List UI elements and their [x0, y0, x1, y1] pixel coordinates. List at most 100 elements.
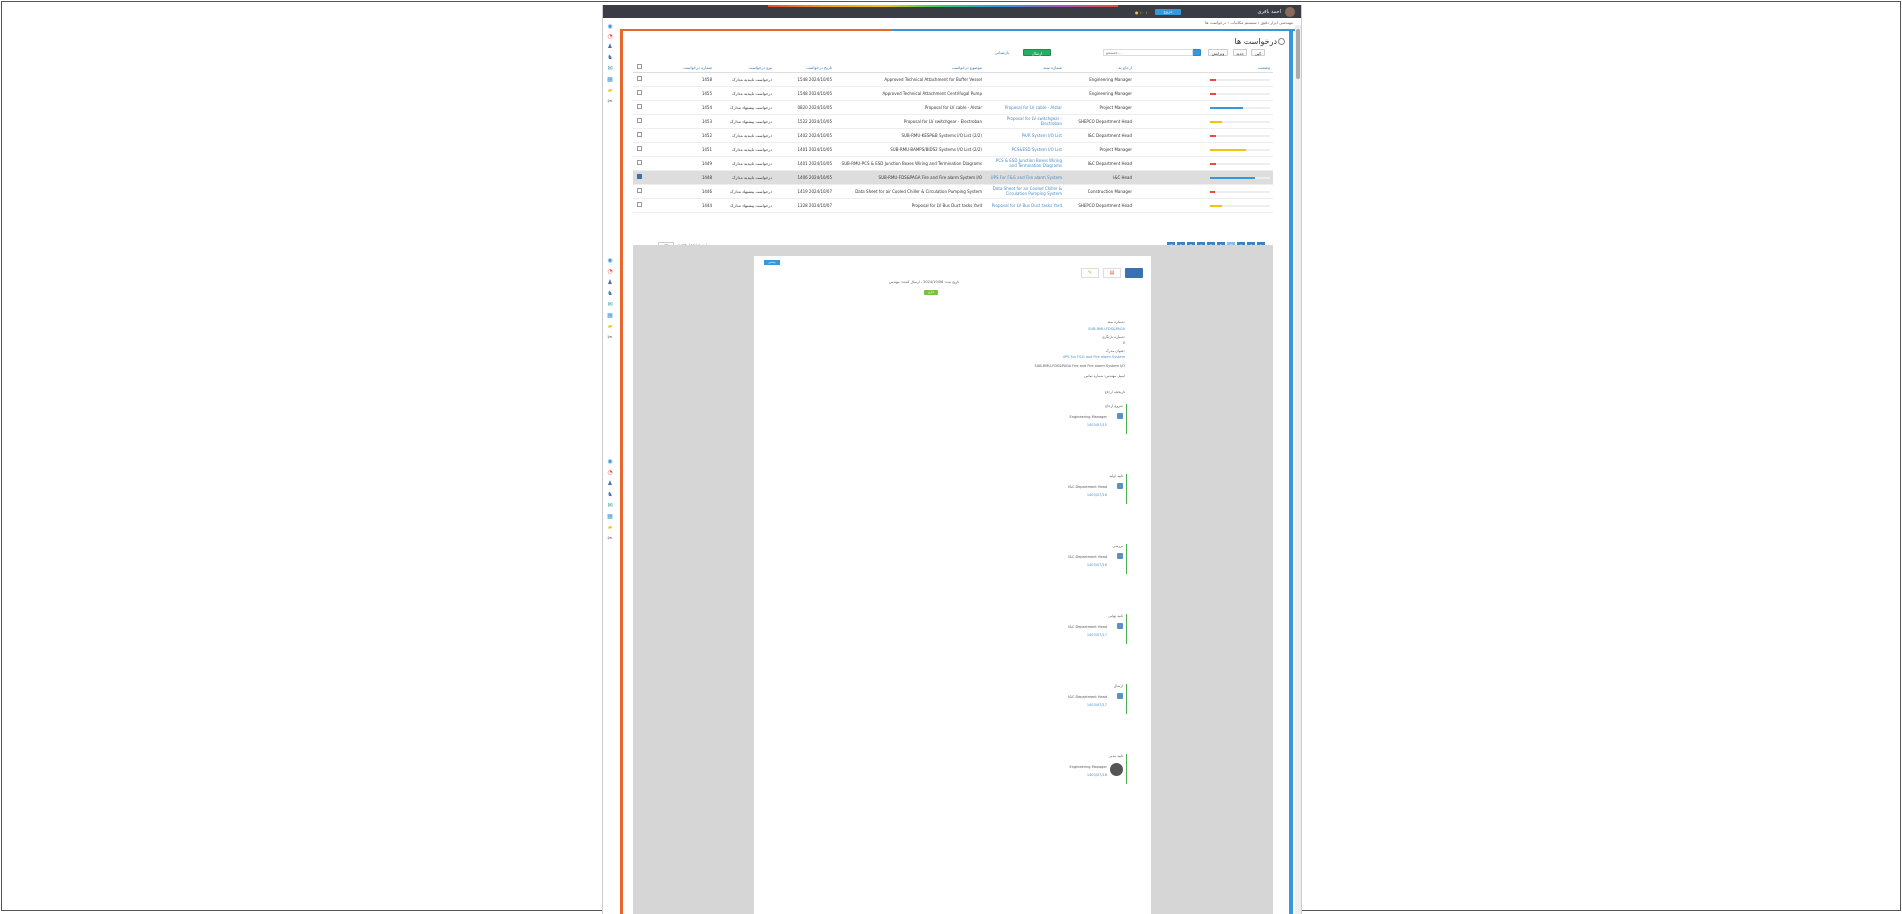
mail-icon[interactable]: ✉ — [606, 502, 614, 510]
table-row[interactable]: 1452 درخواست تاییدیه مدارک 1402 2024/10/05… — [633, 128, 1273, 143]
request-number-cell: 1454 — [645, 100, 715, 115]
request-number-cell: 1452 — [645, 128, 715, 143]
users-icon[interactable]: ♞ — [606, 290, 614, 298]
row-checkbox-cell — [633, 142, 645, 157]
eye-button[interactable] — [1125, 268, 1143, 278]
table-row[interactable]: 1455 درخواست تاییدیه مدارک 1548 2024/10/05… — [633, 86, 1273, 101]
table-row[interactable]: 1453 درخواست پیشنهاد مدارک 1522 2024/10/05… — [633, 114, 1273, 129]
column-header[interactable]: تاریخ درخواست — [775, 63, 835, 73]
column-header[interactable]: موضوع درخواست — [835, 63, 985, 73]
progress-bar — [1210, 106, 1270, 109]
status-cell — [1135, 114, 1273, 129]
select-all-checkbox[interactable] — [637, 64, 642, 70]
user-name[interactable]: احمد باقری — [1257, 9, 1281, 15]
table-row[interactable]: 1458 درخواست تاییدیه مدارک 1548 2024/10/05… — [633, 72, 1273, 87]
user-avatar[interactable] — [1285, 7, 1295, 17]
tools-icon[interactable]: ✂ — [606, 535, 614, 543]
row-checkbox[interactable] — [637, 202, 642, 207]
progress-fill — [1210, 106, 1243, 109]
table-row[interactable]: 1449 درخواست تاییدیه مدارک 1401 2024/10/05… — [633, 156, 1273, 171]
column-header[interactable]: شماره سند — [985, 63, 1065, 73]
tools-icon[interactable]: ✂ — [606, 98, 614, 106]
user-icon[interactable]: ♟ — [606, 480, 614, 488]
alert-icon[interactable]: ◔ — [606, 469, 614, 477]
step-marker — [1126, 404, 1127, 434]
row-checkbox[interactable] — [637, 160, 642, 165]
dashboard-icon[interactable]: ◉ — [606, 23, 614, 31]
row-checkbox[interactable] — [637, 188, 642, 193]
progress-fill — [1210, 120, 1222, 123]
column-header[interactable]: ارجاع به — [1065, 63, 1135, 73]
edit-icon[interactable]: ✎ — [1081, 268, 1099, 278]
step-date: 1403/07/15 — [1086, 423, 1107, 427]
row-checkbox-cell — [633, 72, 645, 87]
row-checkbox[interactable] — [637, 146, 642, 151]
pdf-icon[interactable]: ▤ — [1103, 268, 1121, 278]
progress-bar — [1210, 134, 1270, 137]
progress-bar — [1210, 190, 1270, 193]
progress-fill — [1210, 134, 1216, 137]
reset-link[interactable]: بازنشانی — [988, 49, 1016, 56]
row-checkbox[interactable] — [637, 118, 642, 123]
copy-button[interactable]: کپی — [1251, 49, 1265, 56]
select-all-cell[interactable] — [633, 63, 645, 73]
step-title: تایید مدیر — [1109, 754, 1123, 758]
row-checkbox[interactable] — [637, 174, 642, 179]
table-row[interactable]: 1454 درخواست پیشنهاد مدارک 0820 2024/10/05… — [633, 100, 1273, 115]
row-checkbox[interactable] — [637, 76, 642, 81]
request-type-cell: درخواست تاییدیه مدارک — [715, 72, 775, 87]
request-subject-cell: Data Sheet for air Cooled Chiller & Circ… — [835, 184, 985, 199]
column-header[interactable]: نوع درخواست — [715, 63, 775, 73]
folder-icon[interactable]: ▰ — [606, 87, 614, 95]
row-checkbox[interactable] — [637, 132, 642, 137]
users-icon[interactable]: ♞ — [606, 54, 614, 62]
progress-bar — [1210, 162, 1270, 165]
row-checkbox[interactable] — [637, 104, 642, 109]
edit-button[interactable]: ویرایش — [1208, 49, 1228, 56]
notification-badges[interactable]: ● ۱۰ ۱ — [1135, 10, 1147, 15]
requests-table: شماره درخواست نوع درخواست تاریخ درخواست … — [633, 63, 1273, 213]
row-checkbox-cell — [633, 170, 645, 185]
logout-button[interactable]: خروج — [1155, 9, 1181, 15]
more-button[interactable]: بیشتر — [764, 260, 780, 265]
subject-value[interactable]: UPS For F&G and Fire alarm System — [1063, 355, 1125, 359]
dashboard-icon[interactable]: ◉ — [606, 257, 614, 265]
folder-icon[interactable]: ▰ — [606, 323, 614, 331]
breadcrumb[interactable]: مهندسی ابزار دقیق ‹ سیستم مکاتبات ‹ درخو… — [1205, 20, 1293, 25]
mail-icon[interactable]: ✉ — [606, 301, 614, 309]
toolbar: کپی جدید ویرایش جستجو ارسال بازنشانی — [633, 49, 1273, 59]
users-icon[interactable]: ♞ — [606, 491, 614, 499]
user-icon[interactable]: ♟ — [606, 43, 614, 51]
search-icon[interactable] — [1278, 38, 1285, 45]
scrollbar[interactable] — [1295, 25, 1301, 914]
calendar-icon[interactable]: ▦ — [606, 312, 614, 320]
scroll-thumb[interactable] — [1296, 29, 1300, 79]
table-row[interactable]: 1448 درخواست تاییدیه مدارک 1406 2024/10/05… — [633, 170, 1273, 185]
calendar-icon[interactable]: ▦ — [606, 513, 614, 521]
send-button[interactable]: ارسال — [1023, 49, 1051, 56]
column-header[interactable]: شماره درخواست — [645, 63, 715, 73]
folder-icon[interactable]: ▰ — [606, 524, 614, 532]
column-header[interactable]: وضعیت — [1135, 63, 1273, 73]
dashboard-icon[interactable]: ◉ — [606, 458, 614, 466]
new-button[interactable]: جدید — [1233, 49, 1247, 56]
doc-number-value[interactable]: SUB-RMU-FDS&PAGA — [1088, 327, 1125, 331]
alert-icon[interactable]: ◔ — [606, 268, 614, 276]
subject-label: عنوان مدرک: — [1105, 349, 1125, 353]
main-panel: درخواست ها کپی جدید ویرایش جستجو ارسال ب… — [620, 29, 1295, 914]
calendar-icon[interactable]: ▦ — [606, 76, 614, 84]
tools-icon[interactable]: ✂ — [606, 334, 614, 342]
alert-icon[interactable]: ◔ — [606, 33, 614, 41]
row-checkbox[interactable] — [637, 90, 642, 95]
table-row[interactable]: 1451 درخواست تاییدیه مدارک 1401 2024/10/05… — [633, 142, 1273, 157]
table-row[interactable]: 1444 درخواست پیشنهاد مدارک 1328 2024/10/07… — [633, 198, 1273, 213]
step-person: Engineering Manager — [1069, 415, 1107, 419]
request-type-cell: درخواست تاییدیه مدارک — [715, 128, 775, 143]
user-icon[interactable]: ♟ — [606, 279, 614, 287]
search-input[interactable] — [1103, 49, 1193, 56]
mail-icon[interactable]: ✉ — [606, 65, 614, 73]
table-row[interactable]: 1446 درخواست پیشنهاد مدارک 1419 2024/10/07… — [633, 184, 1273, 199]
request-date-cell: 1328 2024/10/07 — [775, 198, 835, 213]
note-value: ایمیل مهندس: شماره تماس — [1084, 374, 1125, 378]
request-subject-cell: SUB-RMU-FDS&PAGA Fire and Fire alarm Sys… — [835, 170, 985, 185]
